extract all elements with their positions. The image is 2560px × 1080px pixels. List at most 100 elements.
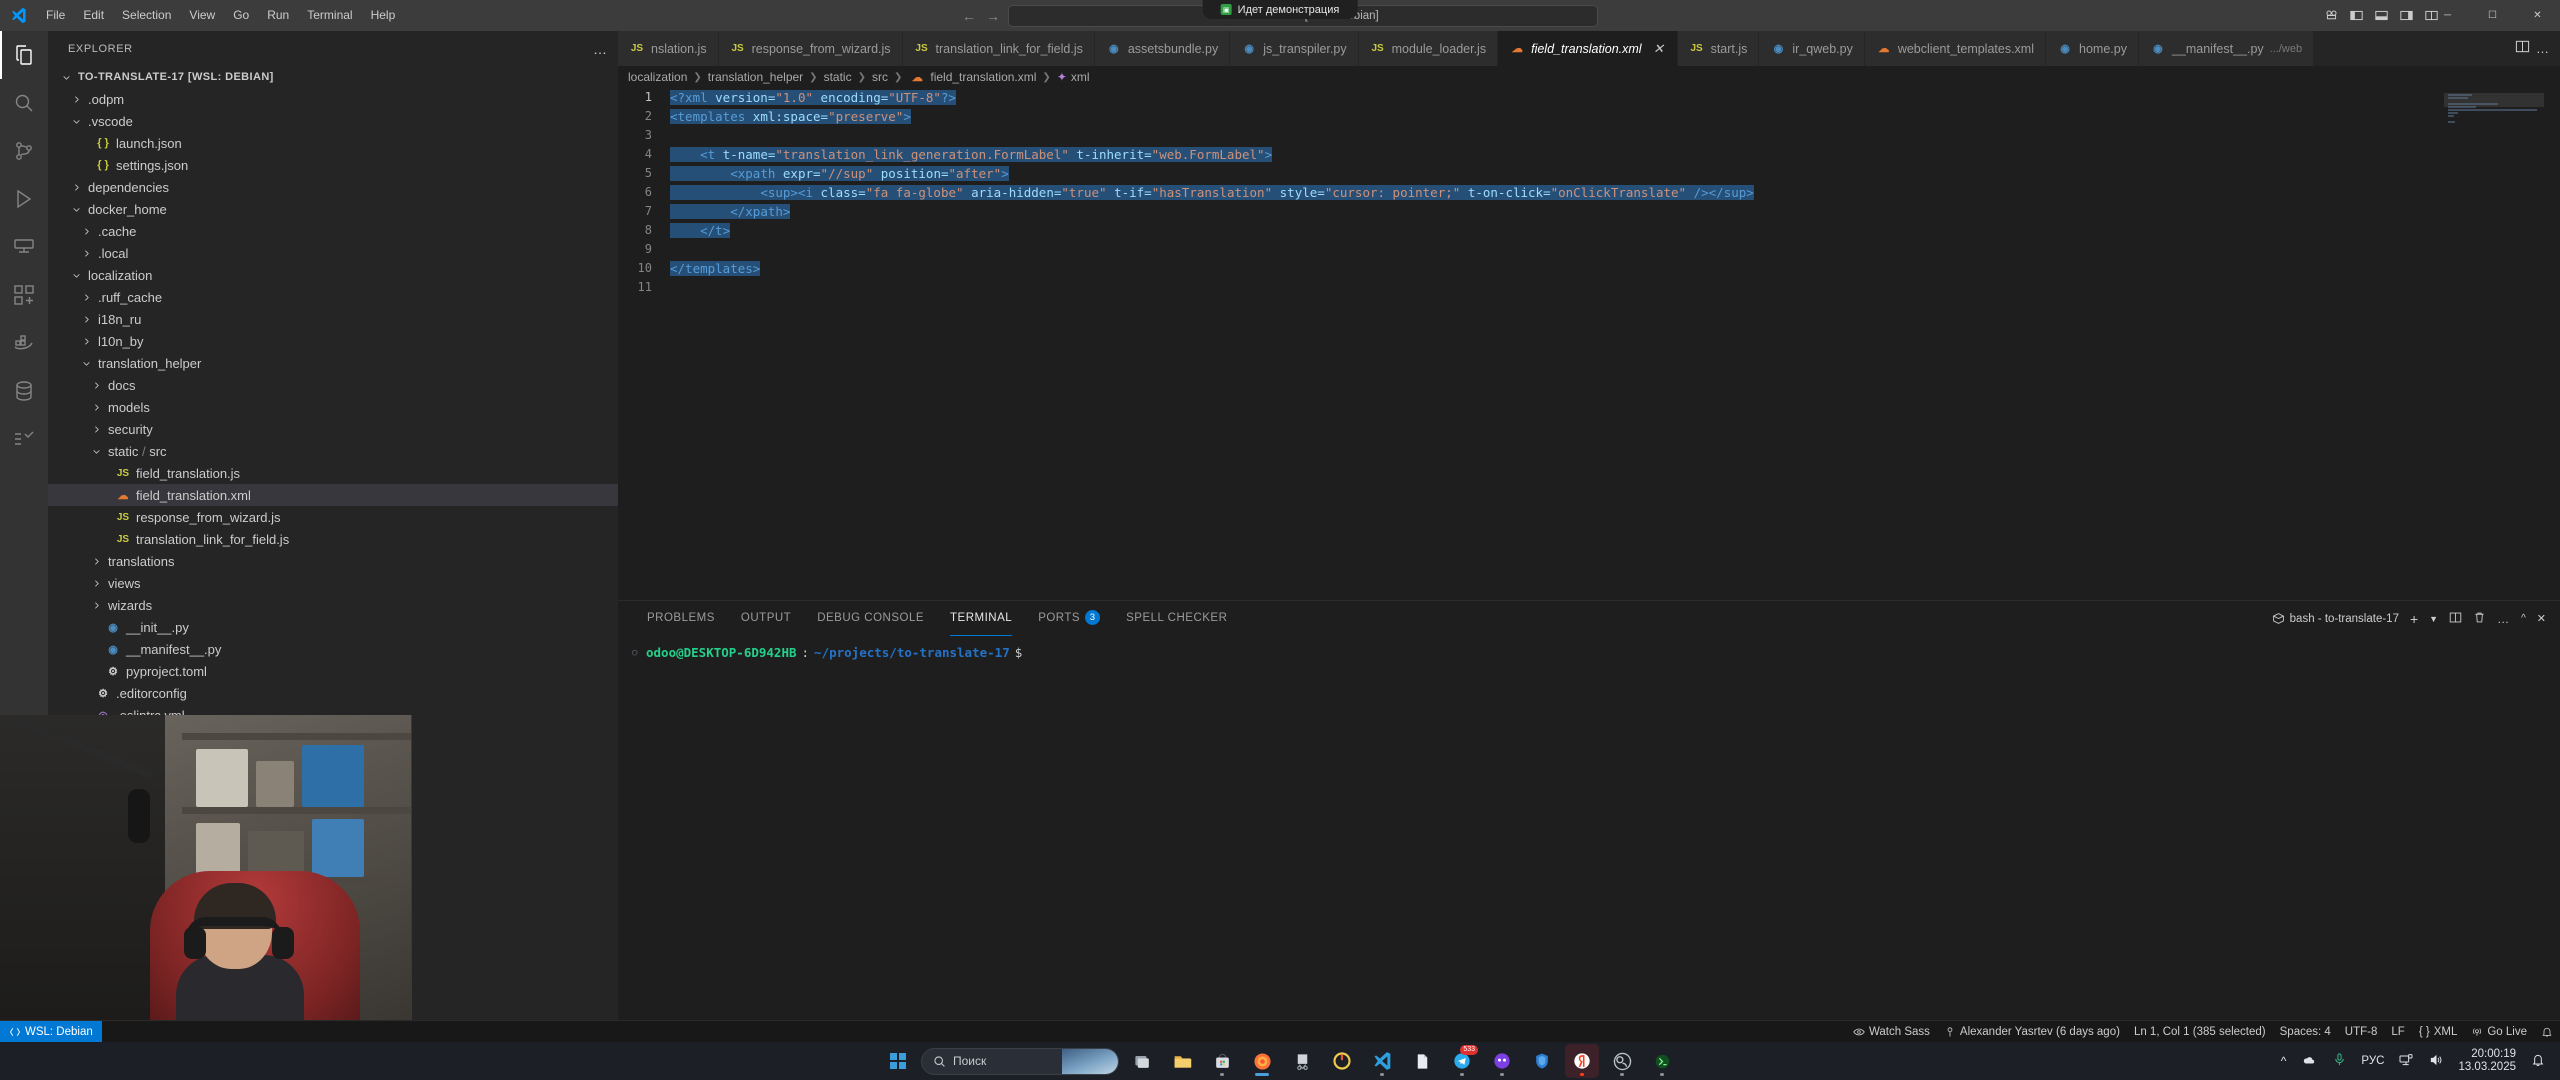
tree-folder-dependencies[interactable]: dependencies xyxy=(48,176,618,198)
tree-folder-l10n-by[interactable]: l10n_by xyxy=(48,330,618,352)
status-language-mode[interactable]: { } XML xyxy=(2412,1021,2465,1043)
activity-source-control[interactable] xyxy=(0,127,48,175)
tree-folder-i18n-ru[interactable]: i18n_ru xyxy=(48,308,618,330)
tree-folder-views[interactable]: views xyxy=(48,572,618,594)
code-line-text[interactable]: <xpath expr="//sup" position="after"> xyxy=(670,164,1009,183)
tree-folder-docs[interactable]: docs xyxy=(48,374,618,396)
code-line-text[interactable]: </templates> xyxy=(670,259,761,278)
panel-more-actions-icon[interactable]: … xyxy=(2497,612,2510,626)
minimize-button[interactable]: ─ xyxy=(2425,0,2470,31)
tree-folder-ruff-cache[interactable]: .ruff_cache xyxy=(48,286,618,308)
menu-run[interactable]: Run xyxy=(258,0,298,31)
tree-folder-to-translate-17-wsl-debian[interactable]: TO-TRANSLATE-17 [WSL: DEBIAN] xyxy=(48,66,618,88)
notepad-icon[interactable] xyxy=(1405,1044,1439,1078)
tree-file-translation-link-for-field-js[interactable]: JS translation_link_for_field.js xyxy=(48,528,618,550)
tree-folder-odpm[interactable]: .odpm xyxy=(48,88,618,110)
chevron-right-icon[interactable] xyxy=(78,337,94,346)
breadcrumb-item[interactable]: ☁ field_translation.xml xyxy=(908,70,1037,84)
taskbar-clock[interactable]: 20:00:19 13.03.2025 xyxy=(2458,1048,2516,1074)
editor-tab-response-from-wizard-js[interactable]: JS response_from_wizard.js xyxy=(718,31,903,66)
taskbar-search-box[interactable]: Поиск xyxy=(921,1047,1119,1075)
breadcrumb-item[interactable]: src xyxy=(872,70,888,84)
back-arrow-icon[interactable]: ← xyxy=(962,8,976,24)
editor-tab-ir-qweb-py[interactable]: ◉ ir_qweb.py xyxy=(1759,31,1865,66)
chevron-down-icon[interactable] xyxy=(68,271,84,280)
split-editor-right-icon[interactable] xyxy=(2515,39,2530,59)
shield-icon[interactable] xyxy=(1525,1044,1559,1078)
chevron-down-icon[interactable] xyxy=(68,117,84,126)
chevron-right-icon[interactable] xyxy=(78,315,94,324)
toggle-panel-icon[interactable] xyxy=(2370,6,2392,26)
status-cursor-position[interactable]: Ln 1, Col 1 (385 selected) xyxy=(2127,1021,2273,1043)
kill-terminal-icon[interactable] xyxy=(2473,611,2486,627)
terminal-selector[interactable]: bash - to-translate-17 xyxy=(2272,612,2399,625)
close-panel-icon[interactable]: ✕ xyxy=(2537,612,2546,625)
terminal-icon[interactable] xyxy=(1645,1044,1679,1078)
code-editor[interactable]: 1 <?xml version="1.0" encoding="UTF-8"?> 2… xyxy=(618,88,2560,628)
activity-remote-explorer[interactable] xyxy=(0,223,48,271)
customize-layout-icon[interactable] xyxy=(2320,6,2342,26)
tree-folder-docker-home[interactable]: docker_home xyxy=(48,198,618,220)
toggle-primary-sidebar-icon[interactable] xyxy=(2345,6,2367,26)
menu-selection[interactable]: Selection xyxy=(113,0,180,31)
tree-folder-cache[interactable]: .cache xyxy=(48,220,618,242)
onedrive-icon[interactable] xyxy=(2300,1053,2318,1070)
tree-folder-models[interactable]: models xyxy=(48,396,618,418)
chevron-right-icon[interactable] xyxy=(88,403,104,412)
terminal-body[interactable]: ○ odoo@DESKTOP-6D942HB: ~/projects/to-tra… xyxy=(618,636,2560,662)
menu-view[interactable]: View xyxy=(180,0,224,31)
chevron-down-icon[interactable] xyxy=(68,205,84,214)
maximize-panel-icon[interactable]: ^ xyxy=(2521,613,2526,624)
status-indentation[interactable]: Spaces: 4 xyxy=(2273,1021,2338,1043)
panel-tab-debug-console[interactable]: DEBUG CONSOLE xyxy=(804,601,937,636)
chevron-right-icon[interactable] xyxy=(68,95,84,104)
explorer-more-actions-icon[interactable]: … xyxy=(593,41,608,57)
chevron-right-icon[interactable] xyxy=(88,381,104,390)
status-encoding[interactable]: UTF-8 xyxy=(2338,1021,2385,1043)
editor-scrollbar[interactable] xyxy=(2546,88,2560,628)
tray-language-label[interactable]: РУС xyxy=(2361,1055,2384,1067)
snipping-tool-icon[interactable] xyxy=(1285,1044,1319,1078)
menu-terminal[interactable]: Terminal xyxy=(298,0,361,31)
code-line-text[interactable]: <sup><i class="fa fa-globe" aria-hidden=… xyxy=(670,183,1754,202)
status-eol[interactable]: LF xyxy=(2384,1021,2411,1043)
chevron-right-icon[interactable] xyxy=(88,601,104,610)
editor-tab-nslation-js[interactable]: JS nslation.js xyxy=(618,31,719,66)
notification-bell-icon[interactable] xyxy=(2530,1052,2546,1071)
panel-tab-spell-checker[interactable]: SPELL CHECKER xyxy=(1113,601,1240,636)
panel-tab-output[interactable]: OUTPUT xyxy=(728,601,804,636)
tree-folder-security[interactable]: security xyxy=(48,418,618,440)
status-git-blame[interactable]: Alexander Yasrtev (6 days ago) xyxy=(1937,1021,2127,1043)
menu-edit[interactable]: Edit xyxy=(74,0,113,31)
mastodon-icon[interactable] xyxy=(1485,1044,1519,1078)
editor-tab-js-transpiler-py[interactable]: ◉ js_transpiler.py xyxy=(1230,31,1359,66)
chevron-right-icon[interactable] xyxy=(78,227,94,236)
tree-file-field-translation-js[interactable]: JS field_translation.js xyxy=(48,462,618,484)
microsoft-store-icon[interactable] xyxy=(1205,1044,1239,1078)
panel-tab-terminal[interactable]: TERMINAL xyxy=(937,601,1025,636)
breadcrumb-item[interactable]: translation_helper xyxy=(708,70,803,84)
file-explorer-icon[interactable] xyxy=(1165,1044,1199,1078)
editor-tab-assetsbundle-py[interactable]: ◉ assetsbundle.py xyxy=(1094,31,1231,66)
task-view-icon[interactable] xyxy=(1125,1044,1159,1078)
status-go-live[interactable]: Go Live xyxy=(2464,1021,2534,1043)
tray-chevron-up-icon[interactable]: ^ xyxy=(2281,1054,2287,1068)
activity-testing[interactable] xyxy=(0,415,48,463)
activity-search[interactable] xyxy=(0,79,48,127)
minimap-slider[interactable] xyxy=(2444,93,2544,107)
activity-run-and-debug[interactable] xyxy=(0,175,48,223)
terminal-dropdown-icon[interactable]: ▼ xyxy=(2429,614,2438,624)
tree-folder-vscode[interactable]: .vscode xyxy=(48,110,618,132)
chevron-down-icon[interactable] xyxy=(88,447,104,456)
firefox-icon[interactable] xyxy=(1245,1044,1279,1078)
chevron-down-icon[interactable] xyxy=(58,73,74,82)
breadcrumb-item[interactable]: ✦ xml xyxy=(1057,70,1090,84)
close-button[interactable]: ✕ xyxy=(2515,0,2560,31)
editor-tab-module-loader-js[interactable]: JS module_loader.js xyxy=(1358,31,1499,66)
tree-file-editorconfig[interactable]: ⚙ .editorconfig xyxy=(48,682,618,704)
breadcrumb-item[interactable]: localization xyxy=(628,70,687,84)
chevron-right-icon[interactable] xyxy=(78,249,94,258)
status-remote-indicator[interactable]: WSL: Debian xyxy=(0,1020,102,1043)
tree-folder-translation-helper[interactable]: translation_helper xyxy=(48,352,618,374)
network-icon[interactable] xyxy=(2398,1052,2414,1071)
